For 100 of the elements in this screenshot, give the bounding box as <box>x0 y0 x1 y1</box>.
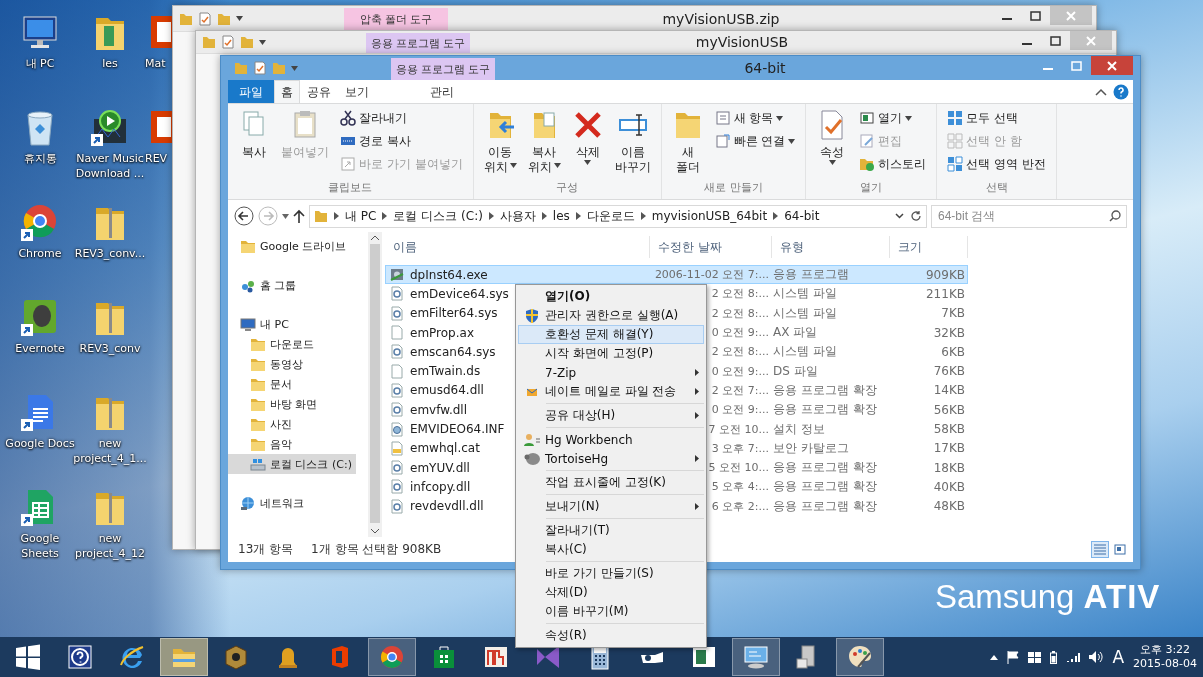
file-name[interactable]: emusd64.dll <box>410 383 484 398</box>
ribbon-tab[interactable]: 보기 <box>338 80 376 103</box>
close-icon <box>1086 35 1096 46</box>
nav-item[interactable]: 로컬 디스크 (C:) <box>228 454 356 474</box>
gear-file-icon <box>390 382 404 398</box>
menu-item[interactable]: 잘라내기(T) <box>518 521 704 540</box>
nav-item[interactable]: 다운로드 <box>228 334 318 354</box>
chevron-icon <box>773 212 779 220</box>
caret-icon <box>905 115 913 121</box>
file-name[interactable]: emDevice64.sys <box>410 286 509 301</box>
ribbon-button[interactable]: 열기 <box>855 107 931 129</box>
ribbon-button[interactable]: 속성 <box>812 107 853 171</box>
breadcrumb[interactable]: les <box>552 209 570 223</box>
file-name[interactable]: revdevdll.dll <box>410 499 484 514</box>
clock[interactable]: 오후 3:22 2015-08-04 <box>1133 643 1197 671</box>
file-name[interactable]: emvfw.dll <box>410 402 467 417</box>
window-title: 64-bit <box>743 59 787 78</box>
up-button[interactable] <box>293 209 305 223</box>
menu-item[interactable]: 삭제(D) <box>518 583 704 602</box>
file-name[interactable]: EMVIDEO64.INF <box>410 422 505 436</box>
ribbon-button[interactable]: 이름 바꾸기 <box>610 107 655 177</box>
windows-logo-icon <box>14 643 42 671</box>
ribbon-tab[interactable]: 홈 <box>274 80 300 103</box>
back-button[interactable] <box>234 206 254 226</box>
nav-item[interactable]: 사진 <box>228 414 296 434</box>
file-name[interactable]: infcopy.dll <box>410 479 471 494</box>
selected-file-row[interactable]: dpInst64.exe 2006-11-02 오전 7:... 응용 프로그램 909KB <box>385 265 968 285</box>
ribbon-tab[interactable]: 관리 <box>390 80 494 103</box>
menu-item[interactable]: 호환성 문제 해결(Y) <box>518 325 704 344</box>
date-cell: 6 오후 2:... <box>711 498 769 514</box>
nav-item[interactable]: 바탕 화면 <box>228 394 322 414</box>
ribbon-button[interactable]: 새 폴더 <box>667 107 708 177</box>
menu-item[interactable]: Hg Workbench <box>518 430 704 449</box>
menu-item[interactable]: 보내기(N) <box>518 497 704 516</box>
column-header[interactable]: 크기 <box>890 236 968 258</box>
scissors-icon <box>340 110 356 126</box>
column-header[interactable]: 이름 <box>385 236 650 258</box>
ribbon-button[interactable]: 경로 복사 <box>336 130 467 152</box>
breadcrumb[interactable]: 다운로드 <box>586 207 635 225</box>
type-cell: AX 파일 <box>773 324 818 342</box>
ribbon-tab[interactable]: 파일 <box>228 80 274 103</box>
close-button[interactable] <box>1091 56 1133 75</box>
ribbon-button[interactable]: 복사 <box>234 107 274 162</box>
menu-item[interactable]: TortoiseHg <box>518 449 704 468</box>
scrollbar-thumb[interactable] <box>370 244 380 523</box>
group-label: 구성 <box>556 180 579 196</box>
ribbon-button[interactable]: 잘라내기 <box>336 107 467 129</box>
date-cell: 2 오전 8:... <box>711 305 769 321</box>
nav-item[interactable]: 네트워크 <box>228 493 308 513</box>
ribbon-button[interactable]: 빠른 연결 <box>710 130 800 152</box>
gear-file-icon <box>390 402 404 418</box>
recent-button[interactable] <box>282 213 289 219</box>
file-name[interactable]: emwhql.cat <box>410 441 480 456</box>
menu-item[interactable]: 속성(R) <box>518 626 704 645</box>
menu-item[interactable]: 열기(O) <box>518 287 704 306</box>
menu-item[interactable]: 관리자 권한으로 실행(A) <box>518 306 704 325</box>
breadcrumb[interactable]: 내 PC <box>345 207 377 225</box>
ribbon-button[interactable]: 새 항목 <box>710 107 800 129</box>
ribbon-button[interactable]: 삭제 <box>567 107 608 171</box>
menu-item[interactable]: 네이트 메일로 파일 전송 <box>518 382 704 401</box>
menu-item[interactable]: 바로 가기 만들기(S) <box>518 564 704 583</box>
file-name[interactable]: emTwain.ds <box>410 364 481 379</box>
column-header[interactable]: 수정한 날짜 <box>650 236 772 258</box>
nav-item[interactable]: 문서 <box>228 374 296 394</box>
menu-item[interactable]: 시작 화면에 고정(P) <box>518 344 704 363</box>
breadcrumb[interactable]: myvisionUSB_64bit <box>651 209 768 223</box>
breadcrumb[interactable]: 사용자 <box>499 207 536 225</box>
address-bar[interactable]: 내 PC 로컬 디스크 (C:) 사용자 les 다운로드 myvisionUSB_64bit 64-bit <box>309 204 927 228</box>
ribbon-tab[interactable]: 공유 <box>300 80 338 103</box>
nav-item[interactable]: 내 PC <box>228 314 293 334</box>
file-name[interactable]: emscan64.sys <box>410 344 496 359</box>
menu-item[interactable]: 7-Zip <box>518 363 704 382</box>
menu-item[interactable]: 작업 표시줄에 고정(K) <box>518 473 704 492</box>
ribbon-button[interactable]: 이동 위치 <box>479 107 521 177</box>
ribbon-button[interactable]: 히스토리 <box>855 153 931 175</box>
breadcrumb[interactable]: 로컬 디스크 (C:) <box>393 207 483 225</box>
breadcrumb[interactable]: 64-bit <box>784 209 820 223</box>
file-name[interactable]: emYUV.dll <box>410 460 470 475</box>
view-button[interactable] <box>1111 541 1129 558</box>
input-method-indicator[interactable]: A <box>1112 647 1125 667</box>
file-name[interactable]: emProp.ax <box>410 325 474 340</box>
ribbon-button[interactable]: 선택 영역 반전 <box>943 153 1051 175</box>
nav-item[interactable]: Google 드라이브 <box>228 236 351 256</box>
nav-item[interactable]: 홈 그룹 <box>228 275 301 295</box>
column-header[interactable]: 유형 <box>772 236 890 258</box>
menu-item[interactable]: 이름 바꾸기(M) <box>518 602 704 621</box>
nav-item[interactable]: 동영상 <box>228 354 307 374</box>
menu-item[interactable]: 공유 대상(H) <box>518 406 704 425</box>
ribbon-button[interactable]: 복사 위치 <box>523 107 565 177</box>
file-name[interactable]: dpInst64.exe <box>410 267 488 282</box>
nav-item[interactable]: 음악 <box>228 434 296 454</box>
certificate-file-icon <box>390 440 404 456</box>
mail-icon <box>526 386 538 397</box>
network-icon <box>240 495 256 511</box>
properties-icon <box>221 35 235 49</box>
size-cell: 48KB <box>933 499 965 514</box>
ribbon-button[interactable]: 모두 선택 <box>943 107 1051 129</box>
menu-item[interactable]: 복사(C) <box>518 540 704 559</box>
search-field[interactable]: 64-bit 검색 <box>931 204 1127 228</box>
file-name[interactable]: emFilter64.sys <box>410 306 498 321</box>
